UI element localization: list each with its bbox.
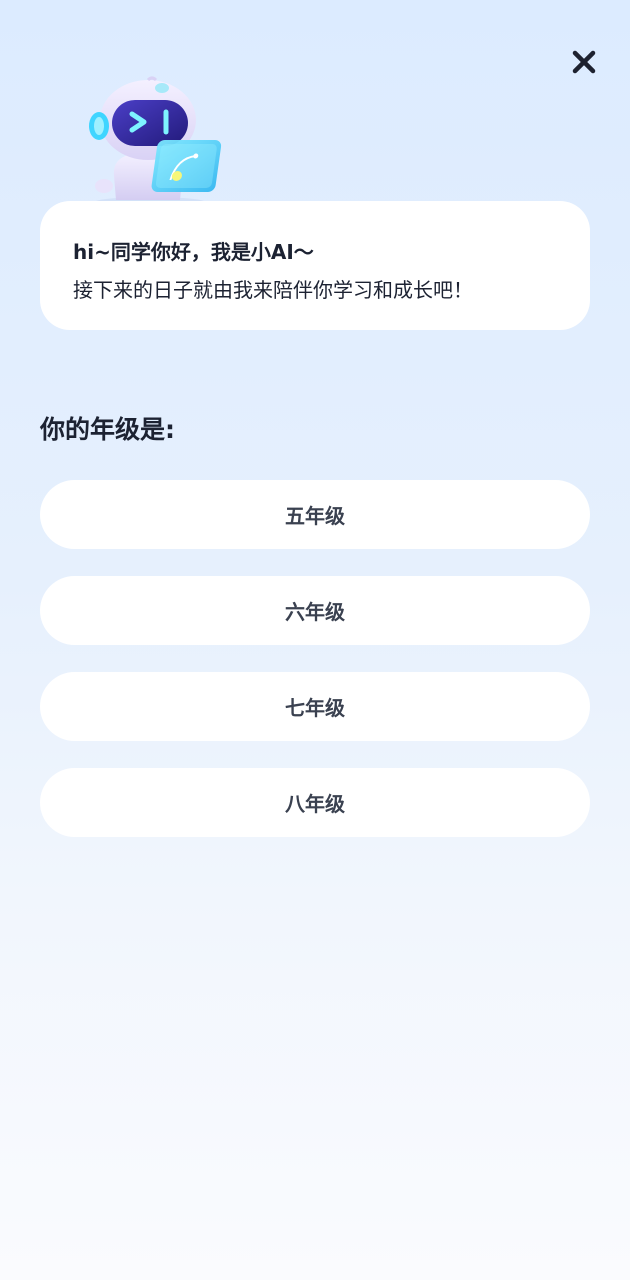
close-icon [572, 50, 596, 74]
grade-option-5[interactable]: 五年级 [40, 480, 590, 549]
grade-option-6[interactable]: 六年级 [40, 576, 590, 645]
close-button[interactable] [566, 44, 602, 80]
greeting-line-1: hi~同学你好，我是小AI～ [73, 240, 314, 264]
grade-option-list: 五年级 六年级 七年级 八年级 [40, 480, 590, 864]
greeting-line-2: 接下来的日子就由我来陪伴你学习和成长吧！ [73, 278, 473, 302]
robot-mascot-icon [72, 76, 232, 207]
greeting-bubble: hi~同学你好，我是小AI～ 接下来的日子就由我来陪伴你学习和成长吧！ [40, 201, 590, 330]
grade-option-8[interactable]: 八年级 [40, 768, 590, 837]
grade-option-7[interactable]: 七年级 [40, 672, 590, 741]
grade-question-title: 你的年级是: [40, 415, 175, 444]
